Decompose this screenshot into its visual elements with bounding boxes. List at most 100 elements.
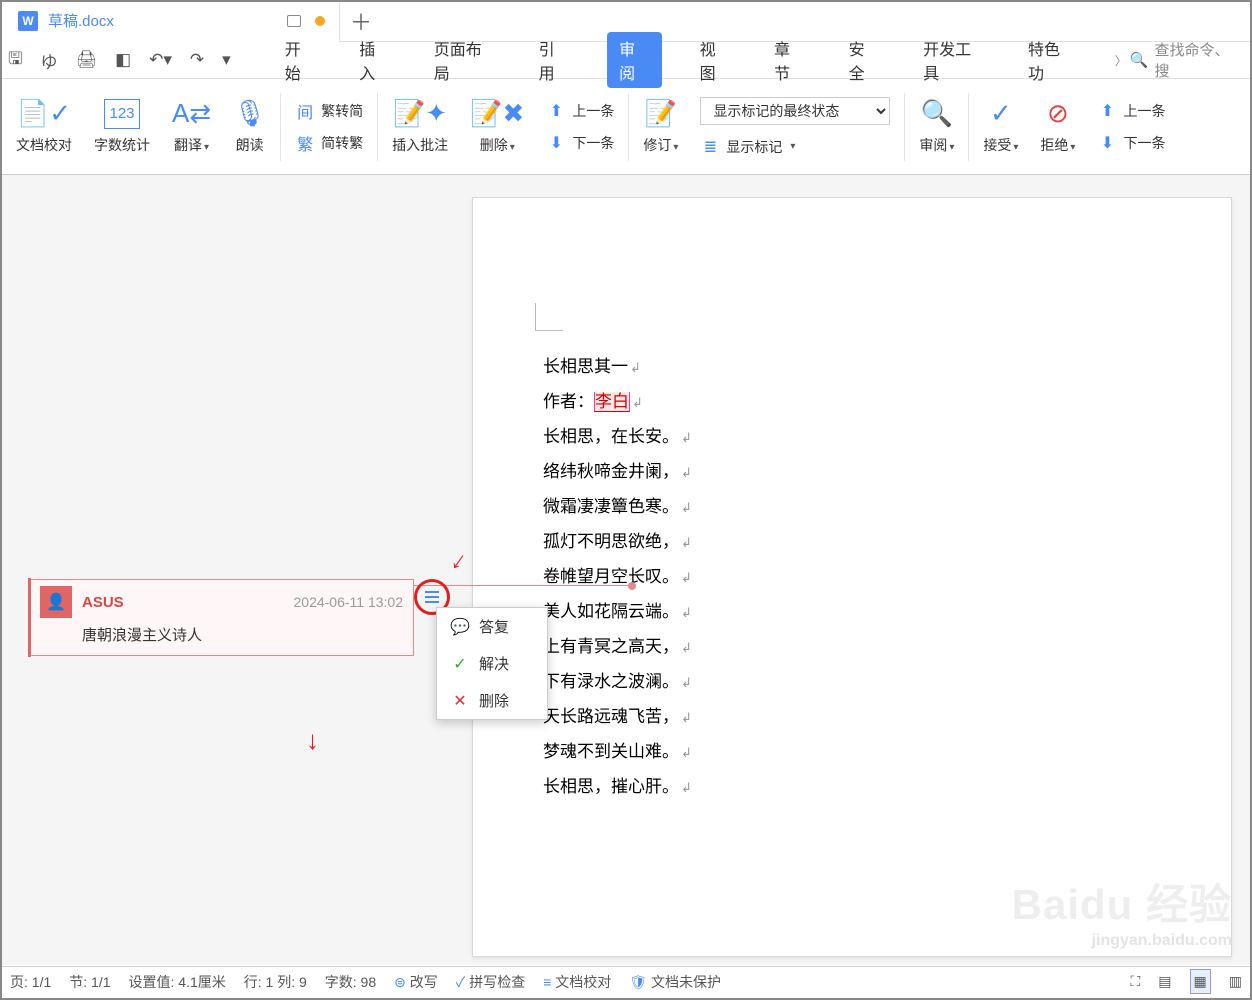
show-marks-button[interactable]: ≣显示标记▾: [700, 137, 890, 157]
highlighted-text[interactable]: 李白: [594, 392, 630, 412]
ctx-delete[interactable]: ✕删除: [437, 682, 547, 719]
revision-icon: 📝: [645, 99, 677, 129]
trad-simple-button[interactable]: 间繁转简: [295, 101, 363, 121]
next-comment-button[interactable]: ⬇下一条: [546, 133, 614, 153]
up-icon2: ⬆: [1097, 101, 1117, 121]
screen-icon[interactable]: [287, 15, 301, 27]
page-content[interactable]: 长相思其一↲ 作者：李白↲ 长相思，在长安。↲ 络纬秋啼金井阑，↲ 微霜凄凄簟色…: [543, 350, 692, 805]
tab-insert[interactable]: 插入: [353, 33, 395, 87]
menu-bar: 🖫 ゆ 🖨 ◧ ↶▾ ↷ ▾ 开始 插入 页面布局 引用 审阅 视图 章节 安全…: [0, 42, 1252, 79]
preview-icon[interactable]: ◧: [115, 50, 131, 70]
status-line[interactable]: 行: 1 列: 9: [244, 972, 307, 992]
status-section[interactable]: 节: 1/1: [69, 972, 110, 992]
wordcount-icon: 123: [104, 99, 139, 129]
status-doccheck[interactable]: ≡ 文档校对: [543, 972, 611, 992]
document-area[interactable]: 长相思其一↲ 作者：李白↲ 长相思，在长安。↲ 络纬秋啼金井阑，↲ 微霜凄凄簟色…: [0, 175, 1252, 965]
down-icon: ⬇: [546, 133, 566, 153]
search-icon: 🔍: [1130, 51, 1149, 69]
doc-name: 草稿.docx: [48, 10, 114, 31]
next-change-button[interactable]: ⬇下一条: [1097, 133, 1165, 153]
prev-change-button[interactable]: ⬆上一条: [1097, 101, 1165, 121]
status-bar: 页: 1/1 节: 1/1 设置值: 4.1厘米 行: 1 列: 9 字数: 9…: [0, 966, 1252, 996]
status-wordcount[interactable]: 字数: 98: [325, 972, 376, 992]
undo-icon[interactable]: ↶▾: [149, 50, 172, 70]
save-icon[interactable]: 🖫: [8, 46, 22, 75]
annotation-arrow-1: ↓: [445, 544, 473, 577]
tab-chapter[interactable]: 章节: [768, 33, 810, 87]
view-mode-2-icon[interactable]: ▦: [1190, 969, 1211, 994]
comment-text: 唐朝浪漫主义诗人: [82, 624, 403, 645]
check-icon: ✓: [990, 99, 1012, 129]
saveas-icon[interactable]: ゆ: [40, 48, 57, 73]
x-icon: ✕: [451, 692, 469, 710]
revision-button[interactable]: 📝修订▾: [643, 99, 678, 155]
display-mode-select[interactable]: 显示标记的最终状态: [700, 97, 890, 125]
wordcount-button[interactable]: 123字数统计: [94, 99, 150, 155]
annotation-arrow-2: ↓: [306, 725, 319, 756]
review-pane-button[interactable]: 🔍审阅▾: [919, 99, 954, 155]
ribbon-tabs: 开始 插入 页面布局 引用 审阅 视图 章节 安全 开发工具 特色功 〉: [279, 32, 1130, 88]
delete-comment-icon: 📝✖: [470, 99, 524, 129]
review-pane-icon: 🔍: [921, 99, 953, 129]
tab-special[interactable]: 特色功: [1022, 33, 1080, 87]
prev-comment-button[interactable]: ⬆上一条: [546, 101, 614, 121]
toggle-icon: ⊜: [394, 974, 410, 990]
print-icon[interactable]: 🖨: [75, 50, 97, 70]
search-placeholder: 查找命令、搜: [1155, 39, 1243, 81]
translate-button[interactable]: A⇄翻译▾: [172, 99, 211, 155]
qat-overflow-icon[interactable]: ▾: [222, 50, 231, 70]
comment-box[interactable]: 👤 ASUS 2024-06-11 13:02 唐朝浪漫主义诗人: [29, 579, 414, 656]
tab-devtools[interactable]: 开发工具: [917, 33, 990, 87]
tab-layout[interactable]: 页面布局: [428, 33, 501, 87]
redo-icon[interactable]: ↷: [190, 50, 204, 70]
status-pos[interactable]: 设置值: 4.1厘米: [129, 972, 226, 992]
status-protect[interactable]: 🛡 文档未保护: [629, 972, 721, 992]
reject-icon: ⊘: [1047, 99, 1069, 129]
view-mode-3-icon[interactable]: ▥: [1229, 973, 1242, 990]
comment-time: 2024-06-11 13:02: [294, 594, 404, 610]
comment-context-menu: 💬答复 ✓解决 ✕删除: [436, 607, 548, 720]
delete-comment-button[interactable]: 📝✖删除▾: [470, 99, 524, 155]
down-icon2: ⬇: [1097, 133, 1117, 153]
shield-icon: 🛡: [629, 974, 651, 990]
tab-security[interactable]: 安全: [843, 33, 885, 87]
marks-icon: ≣: [700, 137, 720, 157]
accept-button[interactable]: ✓接受▾: [983, 99, 1018, 155]
reply-icon: 💬: [451, 618, 469, 636]
tabs-overflow-icon[interactable]: 〉: [1112, 52, 1130, 69]
search-box[interactable]: 🔍 查找命令、搜: [1130, 39, 1242, 81]
status-spell[interactable]: ✓ 拼写检查: [456, 972, 525, 992]
up-icon: ⬆: [546, 101, 566, 121]
unsaved-indicator-icon: [315, 16, 325, 26]
simple-trad-button[interactable]: 繁简转繁: [295, 133, 363, 153]
page[interactable]: 长相思其一↲ 作者：李白↲ 长相思，在长安。↲ 络纬秋啼金井阑，↲ 微霜凄凄簟色…: [472, 197, 1232, 957]
status-page[interactable]: 页: 1/1: [10, 972, 51, 992]
comment-user: ASUS: [82, 594, 284, 611]
ribbon: 📄✓文档校对 123字数统计 A⇄翻译▾ 🎙朗读 间繁转简 繁简转繁 📝✦插入批…: [0, 79, 1252, 175]
proof-button[interactable]: 📄✓文档校对: [16, 99, 72, 155]
tab-view[interactable]: 视图: [694, 33, 736, 87]
read-button[interactable]: 🎙朗读: [233, 99, 266, 155]
check-icon: ✓: [451, 655, 469, 673]
document-tab[interactable]: W 草稿.docx: [0, 0, 340, 42]
reject-button[interactable]: ⊘拒绝▾: [1040, 99, 1075, 155]
insert-comment-button[interactable]: 📝✦插入批注: [392, 99, 448, 155]
ctx-reply[interactable]: 💬答复: [437, 608, 547, 645]
ctx-resolve[interactable]: ✓解决: [437, 645, 547, 682]
list-icon: [425, 591, 439, 603]
comment-icon: 📝✦: [393, 99, 447, 129]
translate-icon: A⇄: [172, 99, 211, 129]
proof-icon: 📄✓: [17, 99, 71, 129]
doccheck-icon: ≡: [543, 974, 555, 990]
doc-icon: W: [18, 11, 38, 31]
quick-access-toolbar: 🖫 ゆ 🖨 ◧ ↶▾ ↷ ▾: [8, 46, 255, 75]
status-rewrite[interactable]: ⊜ 改写: [394, 972, 438, 992]
view-mode-1-icon[interactable]: ▤: [1158, 973, 1171, 990]
tab-review[interactable]: 审阅: [607, 32, 661, 88]
mic-icon: 🎙: [233, 99, 266, 129]
margin-marker: [535, 303, 563, 331]
fullscreen-icon[interactable]: ⛶: [1130, 973, 1140, 990]
spell-icon: ✓: [456, 974, 469, 990]
avatar-icon: 👤: [40, 586, 72, 618]
tab-ref[interactable]: 引用: [533, 33, 575, 87]
